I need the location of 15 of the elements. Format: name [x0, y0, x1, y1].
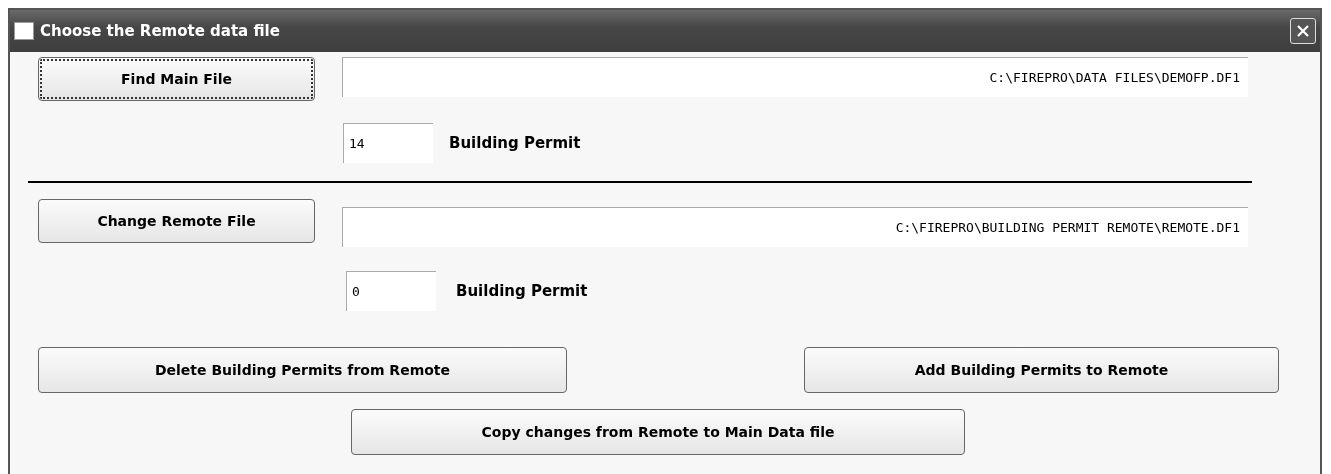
file-button[interactable]: Find Main File — [38, 57, 315, 101]
action-button[interactable]: Delete Building Permits from Remote — [38, 347, 567, 393]
path-field[interactable]: C:\FIREPRO\BUILDING PERMIT REMOTE\REMOTE.DF1 — [342, 207, 1248, 247]
file-button[interactable]: Change Remote File — [38, 199, 315, 243]
action-button[interactable]: Add Building Permits to Remote — [804, 347, 1279, 393]
close-button[interactable] — [1290, 18, 1316, 44]
path-field[interactable]: C:\FIREPRO\DATA FILES\DEMOFP.DF1 — [342, 57, 1248, 97]
count-label: Building Permit — [456, 282, 588, 300]
window-icon — [14, 22, 34, 40]
window-title: Choose the Remote data file — [40, 22, 280, 40]
count-field[interactable]: 0 — [346, 271, 436, 311]
close-icon — [1295, 23, 1311, 39]
action-button[interactable]: Copy changes from Remote to Main Data file — [351, 409, 965, 455]
count-label: Building Permit — [449, 134, 581, 152]
count-field[interactable]: 14 — [343, 123, 433, 163]
